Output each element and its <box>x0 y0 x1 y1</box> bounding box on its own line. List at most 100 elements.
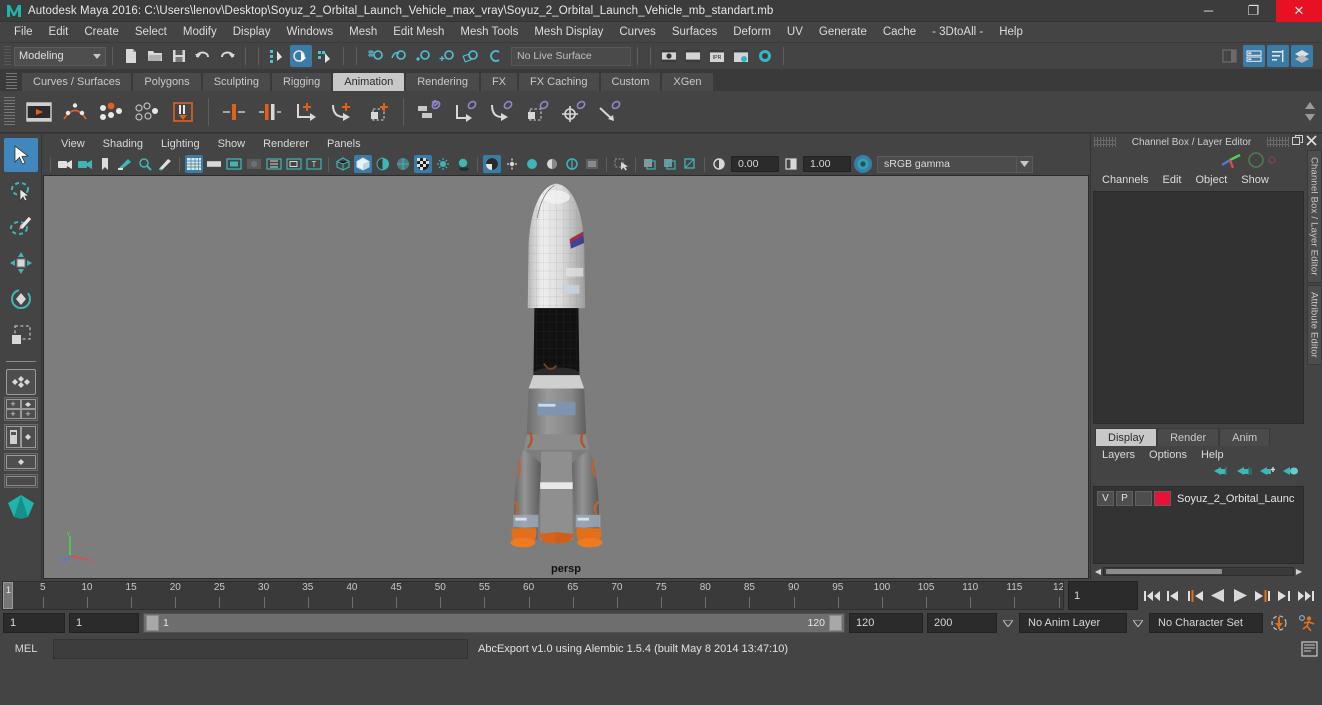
connect-aim-icon[interactable] <box>557 96 589 128</box>
hypershade-icon[interactable] <box>754 45 776 67</box>
exposure-value-field[interactable]: 0.00 <box>731 156 779 172</box>
viewport-menu-renderer[interactable]: Renderer <box>254 138 318 150</box>
range-slider[interactable]: 1 120 <box>143 613 845 633</box>
safe-action-icon[interactable] <box>285 155 303 173</box>
time-slider[interactable]: 1 5 10 15 20 25 30 35 40 45 50 55 60 65 70 75 80 85 90 95 1… <box>2 581 1064 610</box>
animation-preferences-icon[interactable] <box>1295 614 1319 632</box>
scrollbar-track[interactable] <box>1103 567 1294 576</box>
connect-scale-icon[interactable] <box>521 96 553 128</box>
play-backwards-icon[interactable] <box>1208 585 1228 607</box>
viewport-menu-view[interactable]: View <box>52 138 94 150</box>
bake-animation-icon[interactable] <box>167 96 199 128</box>
layer-menu-options[interactable]: Options <box>1142 449 1194 461</box>
shelf-tab-polygons[interactable]: Polygons <box>132 72 202 91</box>
menu-modify[interactable]: Modify <box>175 23 225 41</box>
status-line-grip[interactable] <box>4 46 11 66</box>
step-forward-keyframe-icon[interactable] <box>1274 585 1294 607</box>
orient-constraint-icon[interactable] <box>290 96 322 128</box>
layer-menu-help[interactable]: Help <box>1194 449 1231 461</box>
save-scene-icon[interactable] <box>168 45 190 67</box>
wireframe-on-shaded-icon[interactable] <box>394 155 412 173</box>
anim-layer-chevron-down-icon[interactable] <box>1131 619 1145 627</box>
shelf-tab-rendering[interactable]: Rendering <box>405 72 480 91</box>
bookmark-icon[interactable] <box>96 155 114 173</box>
menu-set-dropdown[interactable]: Modeling <box>14 46 106 66</box>
select-tool[interactable] <box>3 138 38 172</box>
persp-graph-layout[interactable] <box>3 474 38 488</box>
anim-layer-field[interactable]: No Anim Layer <box>1019 613 1127 633</box>
render-settings-icon[interactable] <box>730 45 752 67</box>
make-live-icon[interactable] <box>484 45 506 67</box>
set-key-icon[interactable] <box>59 96 91 128</box>
exposure-icon[interactable] <box>710 155 728 173</box>
scale-constraint-icon[interactable] <box>326 96 358 128</box>
paint-select-tool[interactable] <box>4 210 38 244</box>
range-end-field[interactable]: 120 <box>849 613 923 633</box>
script-editor-icon[interactable] <box>1299 639 1319 659</box>
shelf-tab-xgen[interactable]: XGen <box>661 72 714 91</box>
perspective-viewport[interactable]: y x z persp <box>43 175 1089 579</box>
go-to-end-icon[interactable] <box>1296 585 1316 607</box>
close-icon[interactable] <box>1306 135 1317 149</box>
create-layer-from-selected-icon[interactable] <box>1283 465 1298 483</box>
select-by-object-icon[interactable] <box>290 45 312 67</box>
shelf-tab-grip[interactable] <box>6 73 17 89</box>
new-scene-icon[interactable] <box>120 45 142 67</box>
time-slider-playhead[interactable]: 1 <box>3 582 13 609</box>
tool-settings-icon[interactable] <box>1267 45 1289 67</box>
menu-mesh[interactable]: Mesh <box>341 23 385 41</box>
panel-drag-handle-right[interactable] <box>1267 137 1289 147</box>
gate-mask-icon[interactable] <box>245 155 263 173</box>
current-frame-field[interactable]: 1 <box>1068 581 1138 610</box>
tone-map-icon[interactable] <box>563 155 581 173</box>
layer-tab-display[interactable]: Display <box>1095 428 1158 446</box>
anim-start-field[interactable]: 1 <box>3 613 65 633</box>
menu-deform[interactable]: Deform <box>725 23 779 41</box>
render-current-frame-icon[interactable] <box>658 45 680 67</box>
menu-create[interactable]: Create <box>76 23 127 41</box>
menu-select[interactable]: Select <box>127 23 175 41</box>
viewport-menu-lighting[interactable]: Lighting <box>152 138 209 150</box>
two-d-pan-zoom-icon[interactable] <box>136 155 154 173</box>
redo-icon[interactable] <box>216 45 238 67</box>
scroll-right-arrow-icon[interactable]: ▶ <box>1294 567 1304 577</box>
attribute-editor-icon[interactable] <box>1243 45 1265 67</box>
layer-row[interactable]: V P Soyuz_2_Orbital_Launc <box>1097 490 1300 507</box>
grease-pencil-icon[interactable] <box>156 155 174 173</box>
layer-next-icon[interactable] <box>1237 465 1252 483</box>
play-forwards-icon[interactable] <box>1230 585 1250 607</box>
menu-generate[interactable]: Generate <box>811 23 875 41</box>
channel-box-icon[interactable] <box>1291 45 1313 67</box>
shelf-tab-fx-caching[interactable]: FX Caching <box>518 72 600 91</box>
menu-surfaces[interactable]: Surfaces <box>664 23 725 41</box>
layer-visibility-toggle[interactable]: V <box>1097 491 1114 506</box>
grid-icon[interactable] <box>185 155 203 173</box>
channel-box-menu-object[interactable]: Object <box>1188 174 1234 186</box>
playback-speed-chevron-down-icon[interactable] <box>1001 619 1015 627</box>
menu-edit-mesh[interactable]: Edit Mesh <box>385 23 452 41</box>
layer-tab-anim[interactable]: Anim <box>1219 428 1271 446</box>
shelf-tab-rigging[interactable]: Rigging <box>270 72 333 91</box>
close-button[interactable]: ✕ <box>1276 0 1322 22</box>
side-tab-attribute-editor[interactable]: Attribute Editor <box>1306 284 1322 365</box>
image-plane-icon[interactable] <box>116 155 134 173</box>
auto-keyframe-icon[interactable] <box>1267 614 1291 632</box>
layer-tab-render[interactable]: Render <box>1157 428 1220 446</box>
aim-constraint-icon[interactable] <box>362 96 394 128</box>
live-surface-field[interactable]: No Live Surface <box>511 46 631 66</box>
shelf-tab-curves-surfaces[interactable]: Curves / Surfaces <box>21 72 133 91</box>
depth-of-field-icon[interactable] <box>543 155 561 173</box>
viewport-menu-show[interactable]: Show <box>209 138 255 150</box>
layer-name[interactable]: Soyuz_2_Orbital_Launc <box>1177 493 1294 505</box>
point-constraint-icon[interactable] <box>254 96 286 128</box>
connect-point-icon[interactable] <box>449 96 481 128</box>
scrollbar-thumb[interactable] <box>1106 569 1222 574</box>
step-back-frame-icon[interactable] <box>1186 585 1206 607</box>
channel-box-menu-edit[interactable]: Edit <box>1155 174 1188 186</box>
use-default-lighting-icon[interactable] <box>434 155 452 173</box>
smooth-shade-icon[interactable] <box>354 155 372 173</box>
soyuz-rocket-model[interactable] <box>44 176 1088 578</box>
two-pane-stacked-layout[interactable] <box>3 424 38 450</box>
field-chart-icon[interactable] <box>265 155 283 173</box>
layer-prev-icon[interactable] <box>1214 465 1229 483</box>
